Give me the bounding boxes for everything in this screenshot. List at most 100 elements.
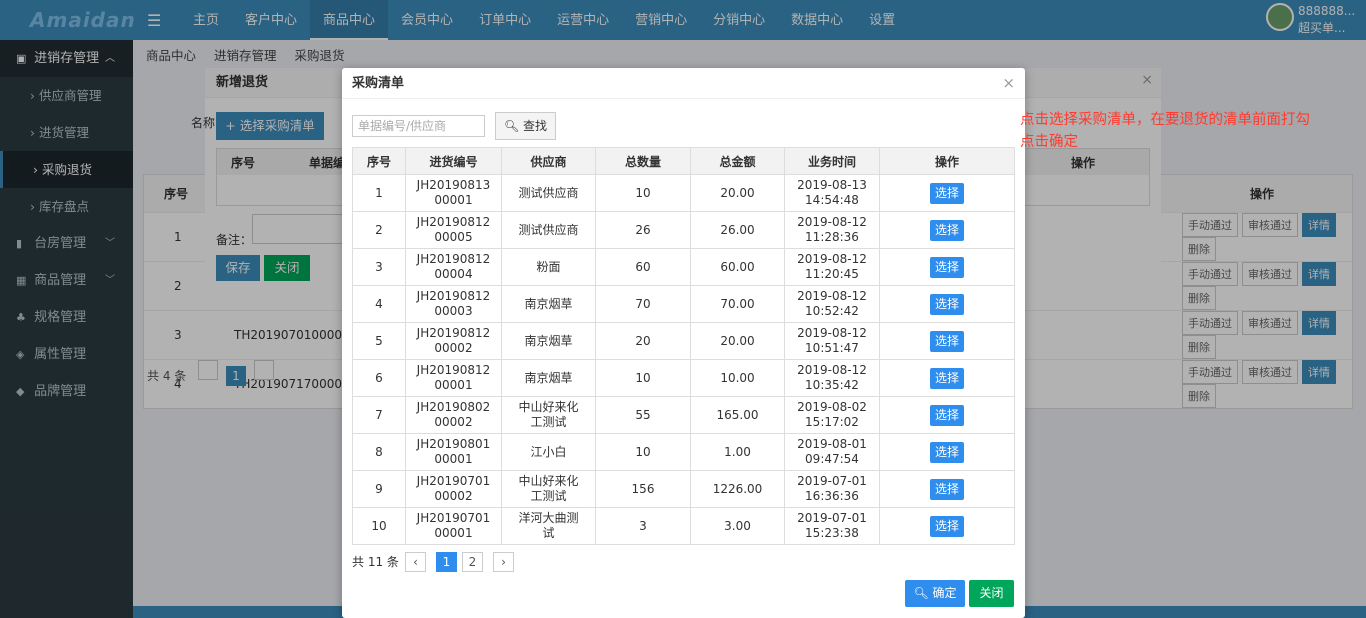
table-row: 2 JH20190812 00005 测试供应商 26 26.00 2019-08… <box>352 211 1015 249</box>
code-line: JH20190812 <box>416 289 491 303</box>
time-line: 15:17:02 <box>805 415 859 429</box>
cell-quantity: 20 <box>595 322 691 360</box>
cell-time: 2019-08-13 14:54:48 <box>784 174 880 212</box>
cell-code: JH20190812 00004 <box>405 248 502 286</box>
cell-amount: 3.00 <box>690 507 785 545</box>
cell-action: 选择 <box>879 396 1015 434</box>
cell-code: JH20190812 00005 <box>405 211 502 249</box>
close-button[interactable]: 关闭 <box>969 580 1014 607</box>
cell-index: 2 <box>352 211 406 249</box>
search-icon: 🔍︎ <box>913 586 929 600</box>
supplier-line: 测试供应商 <box>518 222 579 237</box>
column-header: 业务时间 <box>784 147 880 175</box>
search-button[interactable]: 🔍︎ 查找 <box>495 112 556 140</box>
cell-quantity: 55 <box>595 396 691 434</box>
cell-code: JH20190813 00001 <box>405 174 502 212</box>
select-button[interactable]: 选择 <box>930 478 964 500</box>
search-input[interactable] <box>352 115 485 137</box>
annotation-line: 点击选择采购清单，在要退货的清单前面打勾 <box>1020 112 1310 128</box>
cell-action: 选择 <box>879 174 1015 212</box>
code-line: JH20190812 <box>416 252 491 266</box>
table-header-row: 序号 进货编号 供应商 总数量 总金额 业务时间 操作 <box>352 147 1015 175</box>
column-header: 操作 <box>879 147 1015 175</box>
supplier-line: 洋河大曲测 <box>518 511 579 525</box>
page-button-2[interactable]: 2 <box>462 552 483 572</box>
cell-index: 1 <box>352 174 406 212</box>
supplier-line: 测试供应商 <box>518 185 579 200</box>
cell-time: 2019-07-01 16:36:36 <box>784 470 880 508</box>
select-button[interactable]: 选择 <box>930 182 964 204</box>
table-row: 7 JH20190802 00002 中山好来化 工测试 55 165.00 201… <box>352 396 1015 434</box>
page-button-1[interactable]: 1 <box>436 552 457 572</box>
cell-code: JH20190801 00001 <box>405 433 502 471</box>
cell-quantity: 70 <box>595 285 691 323</box>
column-header: 总金额 <box>690 147 785 175</box>
cell-quantity: 156 <box>595 470 691 508</box>
cell-amount: 60.00 <box>690 248 785 286</box>
instruction-annotation: 点击选择采购清单，在要退货的清单前面打勾 点击确定 <box>1020 109 1360 153</box>
purchase-list-dialog: 采购清单 × 🔍︎ 查找 序号 进货编号 供应商 总数量 总金额 业务时间 操作… <box>342 68 1025 618</box>
confirm-button[interactable]: 🔍︎ 确定 <box>905 580 965 607</box>
column-header: 进货编号 <box>405 147 502 175</box>
date-line: 2019-08-12 <box>797 252 867 266</box>
cell-supplier: 测试供应商 <box>501 211 596 249</box>
cell-code: JH20190812 00001 <box>405 359 502 397</box>
date-line: 2019-08-12 <box>797 215 867 229</box>
select-button[interactable]: 选择 <box>930 404 964 426</box>
next-page-button[interactable]: › <box>493 552 514 572</box>
cell-amount: 1.00 <box>690 433 785 471</box>
column-header: 总数量 <box>595 147 691 175</box>
cell-quantity: 3 <box>595 507 691 545</box>
table-row: 1 JH20190813 00001 测试供应商 10 20.00 2019-08… <box>352 174 1015 212</box>
cell-quantity: 60 <box>595 248 691 286</box>
cell-index: 7 <box>352 396 406 434</box>
supplier-line: 中山好来化 <box>518 474 579 488</box>
cell-amount: 165.00 <box>690 396 785 434</box>
select-button[interactable]: 选择 <box>930 515 964 537</box>
select-button[interactable]: 选择 <box>930 441 964 463</box>
supplier-line: 中山好来化 <box>518 400 579 414</box>
table-row: 3 JH20190812 00004 粉面 60 60.00 2019-08-12… <box>352 248 1015 286</box>
cell-amount: 20.00 <box>690 322 785 360</box>
cell-action: 选择 <box>879 248 1015 286</box>
time-line: 10:51:47 <box>805 341 859 355</box>
prev-page-button[interactable]: ‹ <box>405 552 426 572</box>
cell-amount: 10.00 <box>690 359 785 397</box>
select-button[interactable]: 选择 <box>930 293 964 315</box>
code-line: 00002 <box>434 415 473 429</box>
cell-time: 2019-08-02 15:17:02 <box>784 396 880 434</box>
time-line: 15:23:38 <box>805 526 859 540</box>
date-line: 2019-08-01 <box>797 437 867 451</box>
pagination-total: 共 11 条 <box>352 555 399 569</box>
supplier-line: 工测试 <box>530 489 567 503</box>
code-line: 00001 <box>434 526 473 540</box>
cell-action: 选择 <box>879 285 1015 323</box>
time-line: 11:20:45 <box>805 267 859 281</box>
code-line: 00004 <box>434 267 473 281</box>
time-line: 10:52:42 <box>805 304 859 318</box>
time-line: 10:35:42 <box>805 378 859 392</box>
table-row: 9 JH20190701 00002 中山好来化 工测试 156 1226.00 2… <box>352 470 1015 508</box>
select-button[interactable]: 选择 <box>930 256 964 278</box>
date-line: 2019-08-12 <box>797 326 867 340</box>
column-header: 序号 <box>352 147 406 175</box>
cell-supplier: 南京烟草 <box>501 285 596 323</box>
date-line: 2019-07-01 <box>797 511 867 525</box>
cell-supplier: 粉面 <box>501 248 596 286</box>
cell-code: JH20190701 00002 <box>405 470 502 508</box>
table-row: 6 JH20190812 00001 南京烟草 10 10.00 2019-08-… <box>352 359 1015 397</box>
code-line: 00003 <box>434 304 473 318</box>
select-button[interactable]: 选择 <box>930 367 964 389</box>
supplier-line: 南京烟草 <box>524 370 573 385</box>
select-button[interactable]: 选择 <box>930 330 964 352</box>
time-line: 14:54:48 <box>805 193 859 207</box>
search-button-label: 查找 <box>523 119 548 133</box>
select-button[interactable]: 选择 <box>930 219 964 241</box>
column-header: 供应商 <box>501 147 596 175</box>
search-icon: 🔍︎ <box>503 119 520 133</box>
code-line: JH20190701 <box>416 511 491 525</box>
code-line: 00002 <box>434 341 473 355</box>
close-icon[interactable]: × <box>1002 74 1015 92</box>
table-row: 5 JH20190812 00002 南京烟草 20 20.00 2019-08-… <box>352 322 1015 360</box>
cell-index: 10 <box>352 507 406 545</box>
